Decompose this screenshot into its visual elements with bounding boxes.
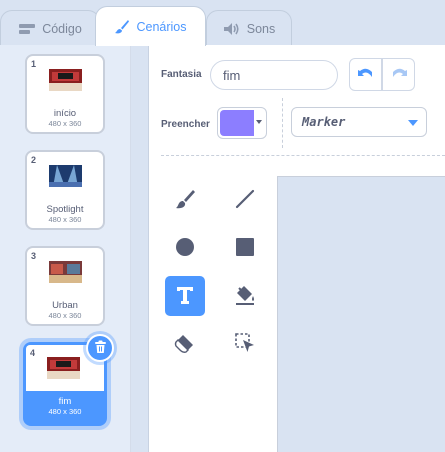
line-icon bbox=[234, 188, 256, 213]
text-tool[interactable] bbox=[165, 276, 205, 316]
backdrop-item[interactable]: 1 início 480 x 360 bbox=[25, 54, 105, 134]
delete-backdrop-button[interactable] bbox=[86, 334, 114, 362]
rectangle-tool[interactable] bbox=[225, 228, 265, 268]
backdrop-number: 3 bbox=[31, 251, 37, 261]
fill-tool[interactable] bbox=[225, 276, 265, 316]
trash-icon bbox=[94, 340, 107, 357]
code-icon bbox=[18, 22, 36, 36]
font-dropdown[interactable]: Marker bbox=[291, 107, 427, 137]
rectangle-icon bbox=[234, 236, 256, 261]
brush-icon bbox=[174, 188, 196, 213]
select-icon bbox=[234, 332, 256, 357]
editor-tabs: Código Cenários Sons bbox=[0, 0, 445, 46]
backdrop-size: 480 x 360 bbox=[48, 215, 82, 224]
speaker-icon bbox=[223, 22, 241, 36]
backdrop-name: Urban bbox=[52, 300, 78, 311]
fill-color-swatch bbox=[220, 110, 254, 136]
tab-code-label: Código bbox=[42, 21, 82, 36]
undo-button[interactable] bbox=[349, 58, 382, 91]
circle-tool[interactable] bbox=[165, 228, 205, 268]
chevron-down-icon bbox=[408, 120, 418, 126]
tab-backdrops[interactable]: Cenários bbox=[95, 6, 206, 46]
redo-icon bbox=[390, 66, 408, 83]
backdrop-list-scrollbar[interactable] bbox=[131, 45, 149, 452]
eraser-icon bbox=[174, 332, 196, 357]
fill-icon bbox=[233, 283, 257, 310]
backdrop-number: 2 bbox=[31, 155, 37, 165]
chevron-down-icon bbox=[256, 120, 262, 124]
backdrop-thumbnail bbox=[49, 69, 82, 91]
fill-label: Preencher bbox=[161, 119, 210, 130]
backdrop-name: Spotlight bbox=[46, 204, 84, 215]
costume-name-input[interactable]: fim bbox=[210, 60, 338, 90]
paint-canvas[interactable] bbox=[277, 176, 445, 452]
backdrop-number: 1 bbox=[31, 59, 37, 69]
backdrop-item[interactable]: 3 Urban 480 x 360 bbox=[25, 246, 105, 326]
backdrop-name: início bbox=[53, 108, 77, 119]
backdrop-name: fim bbox=[58, 396, 72, 407]
costume-name-label: Fantasia bbox=[161, 69, 202, 80]
eraser-tool[interactable] bbox=[165, 324, 205, 364]
backdrop-size: 480 x 360 bbox=[48, 119, 82, 128]
costume-name-value: fim bbox=[223, 67, 241, 83]
tab-sounds[interactable]: Sons bbox=[206, 10, 292, 46]
circle-icon bbox=[174, 236, 196, 261]
backdrop-thumbnail bbox=[49, 165, 82, 187]
brush-icon bbox=[114, 19, 130, 35]
undo-icon bbox=[357, 66, 375, 83]
backdrop-size: 480 x 360 bbox=[48, 407, 82, 416]
backdrop-size: 480 x 360 bbox=[48, 311, 82, 320]
tab-sounds-label: Sons bbox=[246, 21, 276, 36]
line-tool[interactable] bbox=[225, 180, 265, 220]
backdrop-item[interactable]: 2 Spotlight 480 x 360 bbox=[25, 150, 105, 230]
select-tool[interactable] bbox=[225, 324, 265, 364]
text-icon bbox=[174, 284, 196, 309]
backdrop-number: 4 bbox=[30, 348, 36, 358]
tab-code[interactable]: Código bbox=[0, 10, 100, 46]
brush-tool[interactable] bbox=[165, 180, 205, 220]
divider bbox=[282, 98, 283, 148]
tab-backdrops-label: Cenários bbox=[136, 19, 187, 34]
backdrop-thumbnail bbox=[47, 357, 80, 379]
redo-button[interactable] bbox=[382, 58, 415, 91]
font-dropdown-value: Marker bbox=[302, 115, 346, 129]
backdrop-thumbnail bbox=[49, 261, 82, 283]
paint-editor: Fantasia fim Preencher Marker bbox=[149, 45, 445, 452]
divider bbox=[161, 155, 445, 156]
fill-color-picker[interactable] bbox=[217, 107, 267, 139]
